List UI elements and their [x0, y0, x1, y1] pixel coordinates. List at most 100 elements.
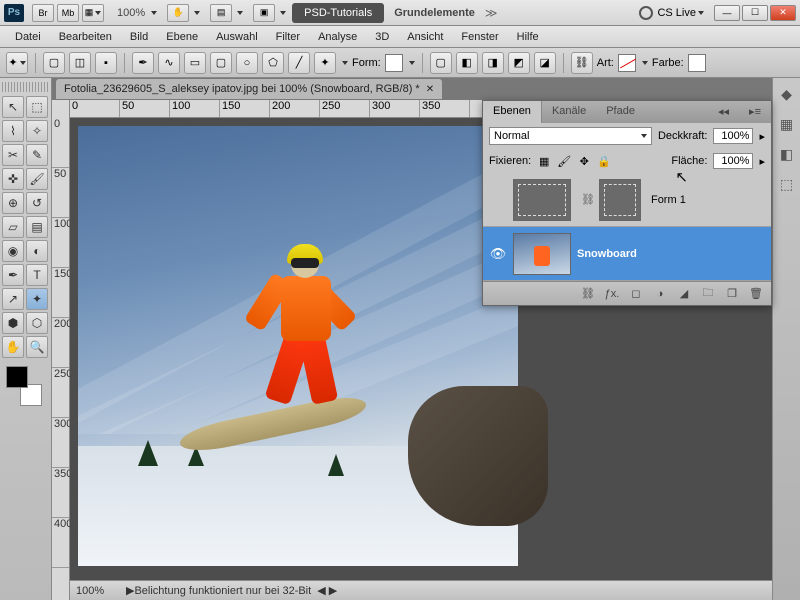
- history-brush-tool[interactable]: ↺: [26, 192, 48, 214]
- window-minimize[interactable]: —: [714, 5, 740, 21]
- trash-icon[interactable]: 🗑: [749, 287, 763, 301]
- zoom-level[interactable]: 100%: [117, 7, 145, 19]
- custom-shape-icon[interactable]: ✦: [314, 52, 336, 74]
- brush-tool[interactable]: 🖌: [26, 168, 48, 190]
- lock-transparency-icon[interactable]: ▦: [537, 154, 551, 168]
- paths-mode[interactable]: ◫: [69, 52, 91, 74]
- close-tab-icon[interactable]: ✕: [426, 84, 434, 95]
- fx-icon[interactable]: ƒx.: [605, 287, 619, 301]
- document-tab[interactable]: Fotolia_23629605_S_aleksey ipatov.jpg be…: [56, 79, 442, 99]
- link-layers-icon[interactable]: ⛓: [581, 287, 595, 301]
- path-add-icon[interactable]: ◧: [456, 52, 478, 74]
- hand-tool[interactable]: ✋: [2, 336, 24, 358]
- cslive-label[interactable]: CS Live: [657, 7, 696, 19]
- path-subtract-icon[interactable]: ◨: [482, 52, 504, 74]
- toolbox-grip[interactable]: [2, 82, 49, 92]
- adjustment-icon[interactable]: ◑: [653, 287, 667, 301]
- menu-auswahl[interactable]: Auswahl: [207, 31, 267, 43]
- minibridge-button[interactable]: Mb: [57, 4, 79, 22]
- dodge-tool[interactable]: ◐: [26, 240, 48, 262]
- lock-pixels-icon[interactable]: 🖌: [557, 154, 571, 168]
- fill-flyout[interactable]: ▸: [759, 155, 765, 168]
- 3d-camera-tool[interactable]: ⬡: [26, 312, 48, 334]
- path-new-icon[interactable]: ▢: [430, 52, 452, 74]
- eyedropper-tool[interactable]: ✎: [26, 144, 48, 166]
- lock-position-icon[interactable]: ✥: [577, 154, 591, 168]
- color-swatch[interactable]: [688, 54, 706, 72]
- move-tool[interactable]: ↖: [2, 96, 24, 118]
- menu-bild[interactable]: Bild: [121, 31, 157, 43]
- crop-tool[interactable]: ✂: [2, 144, 24, 166]
- visibility-toggle[interactable]: [489, 191, 507, 209]
- lock-all-icon[interactable]: 🔒: [597, 154, 611, 168]
- path-exclude-icon[interactable]: ◪: [534, 52, 556, 74]
- wand-tool[interactable]: ✧: [26, 120, 48, 142]
- path-intersect-icon[interactable]: ◩: [508, 52, 530, 74]
- menu-hilfe[interactable]: Hilfe: [508, 31, 548, 43]
- layer-thumbnail[interactable]: [513, 179, 571, 221]
- fill-input[interactable]: 100%: [713, 153, 753, 169]
- opacity-flyout[interactable]: ▸: [759, 130, 765, 143]
- screen-mode-button[interactable]: ▣: [253, 4, 275, 22]
- mask-icon[interactable]: ◻: [629, 287, 643, 301]
- layer-row[interactable]: ⛓ Form 1: [483, 173, 771, 227]
- ruler-vertical[interactable]: 0 50 100 150 200 250 300 350 400: [52, 100, 70, 600]
- adjustments-panel-icon[interactable]: ⬚: [777, 174, 797, 194]
- freeform-pen-icon[interactable]: ∿: [158, 52, 180, 74]
- style-swatch[interactable]: [618, 54, 636, 72]
- ellipse-shape-icon[interactable]: ○: [236, 52, 258, 74]
- menu-bearbeiten[interactable]: Bearbeiten: [50, 31, 121, 43]
- pen-tool[interactable]: ✒: [2, 264, 24, 286]
- tool-preset[interactable]: ✦: [6, 52, 28, 74]
- layer-name[interactable]: Snowboard: [577, 248, 765, 260]
- color-panel-icon[interactable]: ◆: [777, 84, 797, 104]
- panel-collapse-icon[interactable]: ◂◂: [708, 101, 739, 123]
- tab-ebenen[interactable]: Ebenen: [483, 101, 542, 123]
- layer-name[interactable]: Form 1: [651, 194, 765, 206]
- layer-thumbnail[interactable]: [513, 233, 571, 275]
- visibility-toggle[interactable]: 👁: [489, 245, 507, 263]
- ps-icon[interactable]: Ps: [4, 4, 24, 22]
- fill-pixels-mode[interactable]: ▪: [95, 52, 117, 74]
- menu-ebene[interactable]: Ebene: [157, 31, 207, 43]
- polygon-shape-icon[interactable]: ⬠: [262, 52, 284, 74]
- arrange-docs-button[interactable]: ▤: [210, 4, 232, 22]
- swatches-panel-icon[interactable]: ▦: [777, 114, 797, 134]
- menu-ansicht[interactable]: Ansicht: [398, 31, 452, 43]
- group-icon[interactable]: ◢: [677, 287, 691, 301]
- mask-link-icon[interactable]: ⛓: [581, 193, 595, 206]
- lasso-tool[interactable]: ⌇: [2, 120, 24, 142]
- rect-shape-icon[interactable]: ▭: [184, 52, 206, 74]
- 3d-tool[interactable]: ⬢: [2, 312, 24, 334]
- tab-kanaele[interactable]: Kanäle: [542, 101, 596, 123]
- marquee-tool[interactable]: ⬚: [26, 96, 48, 118]
- workspace-more[interactable]: ≫: [485, 6, 498, 20]
- heal-tool[interactable]: ✜: [2, 168, 24, 190]
- hand-icon[interactable]: ✋: [167, 4, 189, 22]
- window-maximize[interactable]: ☐: [742, 5, 768, 21]
- bridge-button[interactable]: Br: [32, 4, 54, 22]
- color-swatches[interactable]: [6, 366, 46, 406]
- roundrect-shape-icon[interactable]: ▢: [210, 52, 232, 74]
- view-extras-button[interactable]: ▦: [82, 4, 104, 22]
- zoom-tool[interactable]: 🔍: [26, 336, 48, 358]
- stamp-tool[interactable]: ⊕: [2, 192, 24, 214]
- pen-icon[interactable]: ✒: [132, 52, 154, 74]
- workspace-psdtutorials[interactable]: PSD-Tutorials: [292, 3, 384, 23]
- status-zoom[interactable]: 100%: [76, 585, 126, 597]
- shape-tool[interactable]: ✦: [26, 288, 48, 310]
- vector-mask-thumbnail[interactable]: [599, 179, 641, 221]
- menu-fenster[interactable]: Fenster: [452, 31, 507, 43]
- tab-pfade[interactable]: Pfade: [596, 101, 645, 123]
- workspace-grundelemente[interactable]: Grundelemente: [394, 7, 475, 19]
- menu-filter[interactable]: Filter: [267, 31, 309, 43]
- type-tool[interactable]: T: [26, 264, 48, 286]
- opacity-input[interactable]: 100%: [713, 128, 753, 144]
- blur-tool[interactable]: ◉: [2, 240, 24, 262]
- layer-row[interactable]: 👁 Snowboard: [483, 227, 771, 281]
- path-select-tool[interactable]: ↗: [2, 288, 24, 310]
- window-close[interactable]: ✕: [770, 5, 796, 21]
- folder-icon[interactable]: 🗀: [701, 287, 715, 301]
- menu-3d[interactable]: 3D: [366, 31, 398, 43]
- shape-layers-mode[interactable]: ▢: [43, 52, 65, 74]
